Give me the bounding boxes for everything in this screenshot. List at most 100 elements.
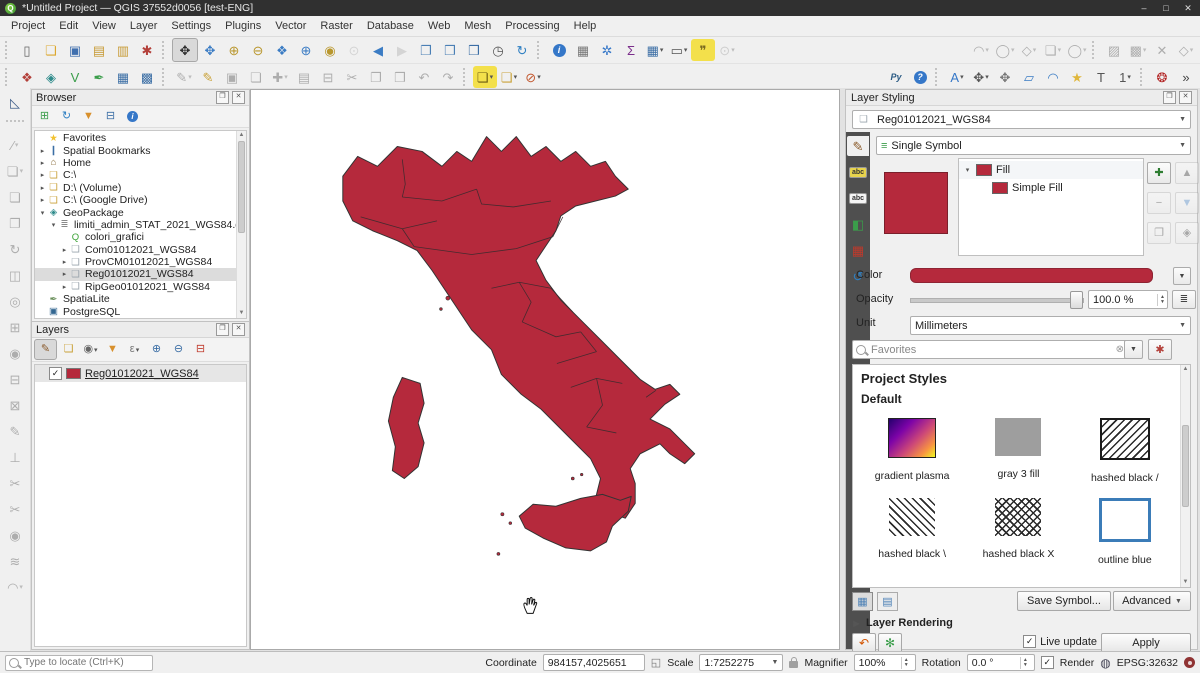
select-features-button[interactable]: ❏▾	[473, 66, 497, 88]
expand-arrow[interactable]: ▾	[49, 221, 58, 229]
symbol-node-simple-fill[interactable]: Simple Fill	[959, 179, 1143, 197]
style-manager-button[interactable]: ✱	[1148, 339, 1172, 360]
add-group-button[interactable]: ❏	[58, 340, 79, 359]
pan-to-selection-button[interactable]: ✥	[198, 39, 222, 61]
opacity-slider[interactable]	[910, 298, 1084, 303]
locator-input[interactable]	[22, 656, 149, 669]
unit-select[interactable]: Millimeters ▼	[910, 316, 1191, 335]
style-swatch-hashed-black[interactable]: hashed black \	[859, 498, 965, 566]
python-console-button[interactable]: Py	[884, 66, 908, 88]
opacity-data-defined-button[interactable]: ≣	[1172, 290, 1196, 309]
expand-arrow[interactable]: ▶	[852, 619, 861, 628]
browser-close-button[interactable]: ✕	[232, 91, 245, 104]
expand-arrow[interactable]: ▾	[963, 166, 972, 174]
scrollbar-thumb[interactable]	[1182, 425, 1189, 507]
menu-web[interactable]: Web	[421, 18, 457, 34]
browser-item-spatial-bookmarks[interactable]: ▸❙Spatial Bookmarks	[35, 144, 237, 156]
regular-polygon-digitize-dropdown[interactable]: ▾	[1083, 46, 1087, 54]
save-symbol-button[interactable]: Save Symbol...	[1017, 591, 1111, 611]
show-layout-manager-button[interactable]: ▥	[111, 39, 135, 61]
digitize-shape-dropdown[interactable]: ▾	[20, 167, 24, 175]
browser-item-favorites[interactable]: ★Favorites	[35, 132, 237, 144]
expand-arrow[interactable]: ▸	[38, 196, 47, 204]
new-mesh-layer-button[interactable]: ▩	[135, 66, 159, 88]
tab-symbology[interactable]: ✎	[847, 136, 869, 156]
expand-arrow[interactable]: ▸	[60, 258, 69, 266]
clear-search-icon[interactable]: ⊗	[1116, 344, 1124, 355]
new-geopackage-layer-button[interactable]: ◈	[39, 66, 63, 88]
remove-layer-button[interactable]: ⊟	[190, 340, 211, 359]
deselect-features-button[interactable]: ⊘▾	[521, 66, 545, 88]
layer-item-reg01012021-wgs84[interactable]: ✓Reg01012021_WGS84	[35, 365, 246, 382]
expand-all-button[interactable]: ⊕	[146, 340, 167, 359]
layer-labeling-dropdown[interactable]: ▾	[960, 73, 964, 81]
identify-features-button[interactable]: i	[547, 39, 571, 61]
form-annotation-dropdown[interactable]: ▾	[1127, 73, 1131, 81]
layer-rendering-section[interactable]: ▶ Layer Rendering	[852, 617, 953, 629]
select-features-dropdown[interactable]: ▾	[490, 73, 494, 81]
polygon-annotation-button[interactable]: ▱	[1017, 66, 1041, 88]
open-project-button[interactable]: ❏	[39, 39, 63, 61]
new-spatialite-layer-button[interactable]: ✒	[87, 66, 111, 88]
browser-properties-button[interactable]: i	[122, 107, 143, 126]
metasearch-button[interactable]: ◺	[3, 91, 27, 113]
styles-scrollbar[interactable]: ▲ ▼	[1180, 365, 1190, 587]
browser-item-home[interactable]: ▸⌂Home	[35, 157, 237, 169]
expand-arrow[interactable]: ▸	[38, 184, 47, 192]
collapse-all-layers-button[interactable]: ⊖	[168, 340, 189, 359]
rotation-spinbox[interactable]: 0.0 ° ▲▼	[967, 654, 1035, 671]
current-edits-dropdown[interactable]: ▾	[188, 73, 192, 81]
select-by-value-button[interactable]: ❏▾	[497, 66, 521, 88]
symbol-node-fill[interactable]: ▾Fill	[959, 161, 1143, 179]
measure-dropdown[interactable]: ▾	[684, 46, 688, 54]
rectangle-digitize-dropdown[interactable]: ▾	[1058, 46, 1062, 54]
map-canvas[interactable]	[250, 89, 840, 650]
browser-item-geopackage[interactable]: ▾◈GeoPackage	[35, 206, 237, 218]
crs-value[interactable]: EPSG:32632	[1117, 657, 1178, 669]
expand-arrow[interactable]: ▸	[60, 270, 69, 278]
coordinate-value[interactable]: 984157,4025651	[543, 654, 645, 671]
menu-mesh[interactable]: Mesh	[457, 18, 498, 34]
grass-tools-button[interactable]: ❂	[1150, 66, 1174, 88]
refresh-map-button[interactable]: ↻	[510, 39, 534, 61]
zoom-in-button[interactable]: ⊕	[222, 39, 246, 61]
scroll-up-icon[interactable]: ▲	[237, 131, 246, 140]
tab-masks[interactable]: abc	[847, 188, 869, 208]
layer-diagram-button[interactable]: ✥▾	[969, 66, 993, 88]
zoom-full-button[interactable]: ❖	[270, 39, 294, 61]
opacity-slider-handle[interactable]	[1070, 291, 1083, 309]
ellipse-digitize-dropdown[interactable]: ▾	[1033, 46, 1037, 54]
menu-view[interactable]: View	[85, 18, 123, 34]
add-symbol-layer-button[interactable]: ✚	[1147, 162, 1171, 184]
manage-map-themes-dropdown[interactable]: ▾	[94, 346, 98, 354]
layer-diagram-dropdown[interactable]: ▾	[985, 73, 989, 81]
layer-visibility-checkbox[interactable]: ✓	[49, 367, 62, 380]
menu-vector[interactable]: Vector	[268, 18, 313, 34]
filter-legend-button[interactable]: ▼	[102, 340, 123, 359]
styling-undock-button[interactable]: ❐	[1163, 91, 1176, 104]
temporal-controller-button[interactable]: ◷	[486, 39, 510, 61]
scroll-down-icon[interactable]: ▼	[1181, 578, 1190, 587]
icon-view-button[interactable]: ▦	[852, 592, 873, 611]
renderer-select[interactable]: ≡ Single Symbol ▼	[876, 136, 1191, 155]
move-label-button[interactable]: ✥	[993, 66, 1017, 88]
list-view-button[interactable]: ▤	[877, 592, 898, 611]
browser-item-com01012021-wgs84[interactable]: ▸❑Com01012021_WGS84	[35, 244, 237, 256]
toggle-editing-button[interactable]: ✎	[196, 66, 220, 88]
nominatim-search-dropdown[interactable]: ▾	[731, 46, 735, 54]
new-project-button[interactable]: ▯	[15, 39, 39, 61]
measure-button[interactable]: ▭▾	[667, 39, 691, 61]
messages-icon[interactable]	[1184, 657, 1195, 668]
menu-settings[interactable]: Settings	[164, 18, 218, 34]
expand-arrow[interactable]: ▸	[38, 159, 47, 167]
browser-item-d-volume[interactable]: ▸❏D:\ (Volume)	[35, 182, 237, 194]
browser-item-c-google-drive[interactable]: ▸❏C:\ (Google Drive)	[35, 194, 237, 206]
spin-steppers[interactable]: ▲▼	[1157, 294, 1167, 306]
browser-item-spatialite[interactable]: ✒SpatiaLite	[35, 293, 237, 305]
minimize-button[interactable]: –	[1137, 3, 1151, 14]
digitize-with-segment-dropdown[interactable]: ▾	[15, 141, 19, 149]
style-search-input[interactable]	[869, 343, 1113, 357]
bookmarks-button[interactable]: ❒	[462, 39, 486, 61]
expand-arrow[interactable]: ▸	[60, 283, 69, 291]
browser-item-limiti-admin-stat-2021-wgs84-gpkg[interactable]: ▾≣limiti_admin_STAT_2021_WGS84.gpkg	[35, 219, 237, 231]
